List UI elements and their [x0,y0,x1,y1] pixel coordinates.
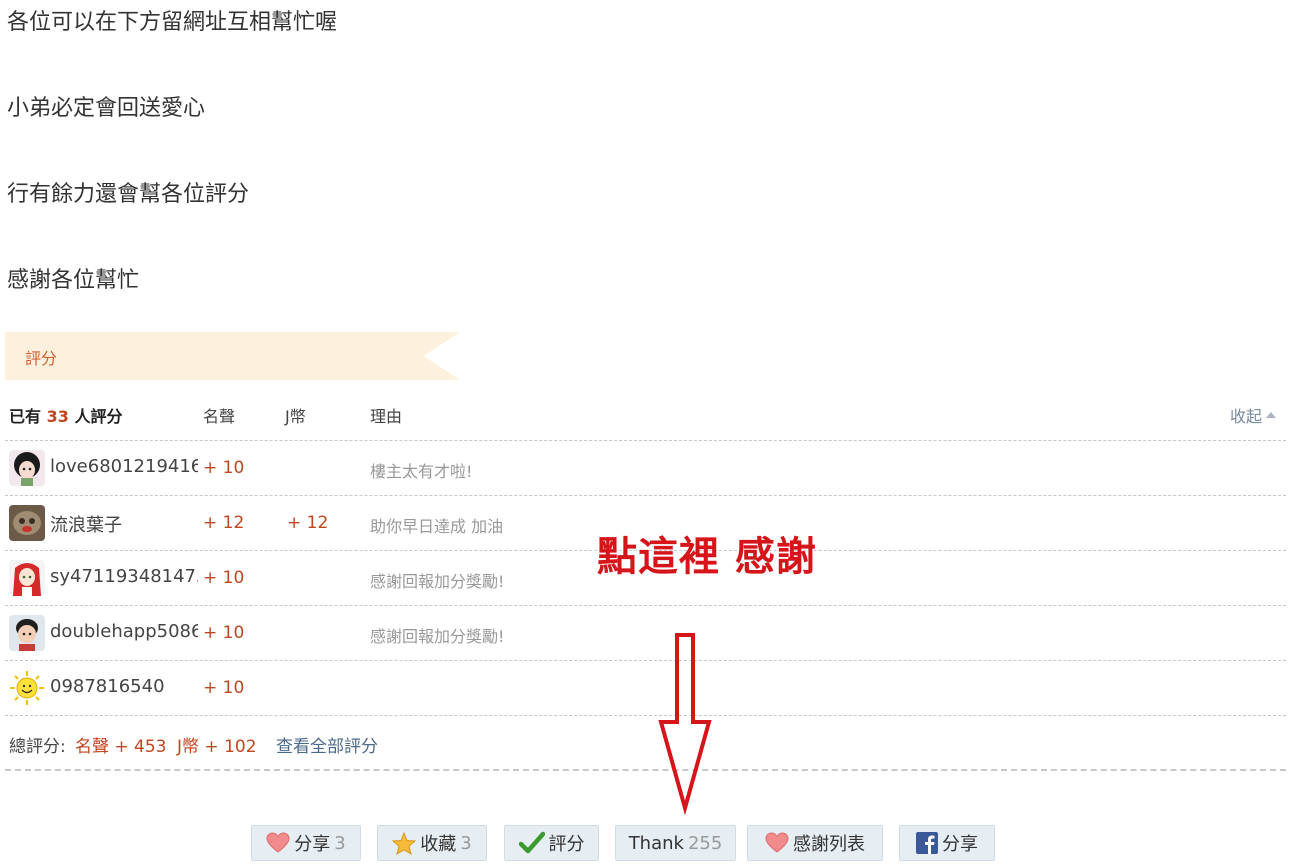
avatar[interactable] [9,615,45,651]
rating-total: 總評分: 名聲 + 453 J幣 + 102 查看全部評分 [5,716,1286,771]
facebook-share-button[interactable]: 分享 [899,825,995,861]
collapse-button[interactable]: 收起 [1230,403,1276,427]
favorite-button[interactable]: 收藏 3 [377,825,487,861]
rating-user[interactable]: 流浪葉子 [50,511,198,537]
rating-coin: + 12 [287,513,329,533]
star-icon [392,831,417,855]
favorite-label: 收藏 [420,834,457,855]
rate-label: 評分 [548,834,585,855]
rating-reason: 感謝回報加分獎勵! [370,627,505,646]
rating-row: 0987816540 + 10 [5,661,1286,716]
column-coin: J幣 [285,407,306,426]
avatar[interactable] [9,560,45,596]
callout-text: 點這裡 感謝 [597,534,817,580]
avatar[interactable] [9,450,45,486]
rating-reason: 助你早日達成 加油 [370,517,504,536]
rating-reason: 感謝回報加分獎勵! [370,572,505,591]
rating-row: love6801219416 + 10 樓主太有才啦! [5,441,1286,496]
thank-button[interactable]: Thank 255 [615,825,736,861]
total-fame: 名聲 + 453 [75,737,167,757]
rating-banner-title: 評分 [25,349,58,368]
triangle-up-icon [1266,412,1276,418]
rating-user[interactable]: 0987816540 [50,676,198,697]
post-line-2: 小弟必定會回送愛心 [7,96,206,121]
rating-fame: + 12 [203,513,245,533]
thanks-list-label: 感謝列表 [793,834,865,855]
rating-user[interactable]: sy471193481475 [50,566,198,587]
total-coin: J幣 + 102 [177,737,257,757]
share-button[interactable]: 分享 3 [251,825,361,861]
favorite-count: 3 [460,832,472,854]
heart-icon [765,832,789,854]
rating-fame: + 10 [203,623,245,643]
rating-row: doublehapp5086 + 10 感謝回報加分獎勵! [5,606,1286,661]
rating-reason: 樓主太有才啦! [370,462,473,481]
rating-table-header: 已有 33 人評分 名聲 J幣 理由 收起 [5,393,1286,441]
post-line-4: 感謝各位幫忙 [7,268,140,293]
rate-button[interactable]: 評分 [504,825,599,861]
rating-user[interactable]: love6801219416 [50,456,198,477]
post-line-1: 各位可以在下方留網址互相幫忙喔 [7,10,338,35]
avatar[interactable] [9,670,45,706]
avatar[interactable] [9,505,45,541]
column-reason: 理由 [370,407,403,426]
rating-user[interactable]: doublehapp5086 [50,621,198,642]
thanks-list-button[interactable]: 感謝列表 [747,825,883,861]
facebook-icon [916,832,938,854]
checkmark-icon [518,831,545,855]
rating-count: 已有 33 人評分 [9,407,123,426]
facebook-share-label: 分享 [942,834,978,855]
heart-icon [266,832,290,854]
rating-fame: + 10 [203,678,245,698]
share-count: 3 [334,832,346,854]
thank-label: Thank [628,832,684,854]
view-all-ratings-link[interactable]: 查看全部評分 [276,732,378,757]
thank-count: 255 [687,832,723,854]
down-arrow-icon [658,633,712,815]
share-label: 分享 [294,834,331,855]
rating-banner: 評分 [5,332,460,380]
column-fame: 名聲 [203,407,236,426]
post-line-3: 行有餘力還會幫各位評分 [7,182,250,207]
rating-fame: + 10 [203,568,245,588]
total-label: 總評分: [9,737,66,757]
rating-fame: + 10 [203,458,245,478]
